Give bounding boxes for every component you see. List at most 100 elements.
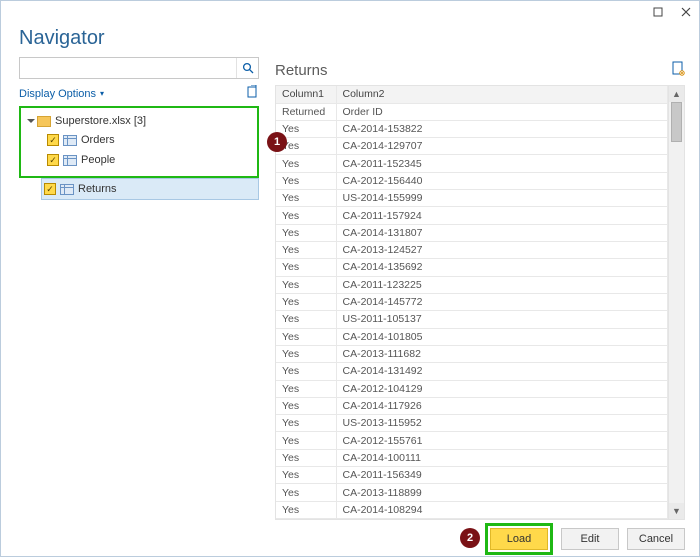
table-row[interactable]: YesUS-2013-115952	[276, 415, 668, 432]
table-row[interactable]: YesCA-2014-129707	[276, 138, 668, 155]
grid-cell: CA-2014-100111	[336, 449, 668, 466]
grid-cell: Yes	[276, 293, 336, 310]
edit-button[interactable]: Edit	[561, 528, 619, 550]
table-row[interactable]: YesCA-2014-108294	[276, 501, 668, 518]
footer: 2 Load Edit Cancel	[1, 522, 699, 556]
folder-icon	[37, 116, 51, 127]
scroll-up-icon[interactable]: ▲	[669, 86, 684, 102]
display-options-dropdown[interactable]: Display Options ▾	[19, 88, 104, 100]
grid-cell: CA-2011-157924	[336, 207, 668, 224]
table-row[interactable]: YesCA-2014-131807	[276, 224, 668, 241]
grid-cell: Yes	[276, 449, 336, 466]
grid-cell: Yes	[276, 311, 336, 328]
annotation-badge-2: 2	[460, 528, 480, 548]
tree-file-label: Superstore.xlsx [3]	[55, 115, 146, 127]
grid-cell: CA-2011-152345	[336, 155, 668, 172]
vertical-scrollbar[interactable]: ▲ ▼	[668, 86, 684, 519]
grid-cell: CA-2012-155761	[336, 432, 668, 449]
checkbox-checked-icon[interactable]: ✓	[44, 183, 56, 195]
grid-cell: CA-2014-101805	[336, 328, 668, 345]
search-icon[interactable]	[236, 58, 258, 78]
table-row[interactable]: YesCA-2012-155761	[276, 432, 668, 449]
grid-cell: Yes	[276, 501, 336, 518]
table-row[interactable]: YesCA-2014-135692	[276, 259, 668, 276]
expand-triangle-icon[interactable]	[27, 119, 35, 123]
search-box[interactable]	[19, 57, 259, 79]
checkbox-checked-icon[interactable]: ✓	[47, 154, 59, 166]
grid-col-header[interactable]: Column1	[276, 86, 336, 103]
scroll-down-icon[interactable]: ▼	[669, 503, 684, 519]
preview-pane: Returns Column1 Column2 ReturnedOrder ID…	[271, 57, 699, 520]
grid-cell: Yes	[276, 259, 336, 276]
table-row[interactable]: ReturnedOrder ID	[276, 103, 668, 120]
table-row[interactable]: YesCA-2014-153822	[276, 120, 668, 137]
grid-cell: CA-2014-131807	[336, 224, 668, 241]
table-row[interactable]: YesCA-2014-101805	[276, 328, 668, 345]
tree-sheet-label: People	[81, 154, 115, 166]
table-row[interactable]: YesCA-2011-152345	[276, 155, 668, 172]
table-row[interactable]: YesCA-2011-156349	[276, 467, 668, 484]
cancel-button[interactable]: Cancel	[627, 528, 685, 550]
table-icon	[63, 155, 77, 166]
grid-cell: Yes	[276, 432, 336, 449]
grid-cell: CA-2014-108294	[336, 501, 668, 518]
table-row[interactable]: YesCA-2011-123225	[276, 276, 668, 293]
table-row[interactable]: YesCA-2014-100111	[276, 449, 668, 466]
scroll-thumb[interactable]	[671, 102, 682, 142]
table-row[interactable]: YesCA-2012-104129	[276, 380, 668, 397]
tree-sheet-returns[interactable]: ✓ Returns	[41, 178, 259, 200]
grid-cell: CA-2014-129707	[336, 138, 668, 155]
tree-sheet-orders[interactable]: ✓ Orders	[23, 130, 255, 150]
grid-cell: Yes	[276, 242, 336, 259]
preview-grid-container: Column1 Column2 ReturnedOrder IDYesCA-20…	[275, 85, 685, 520]
table-row[interactable]: YesCA-2013-124527	[276, 242, 668, 259]
grid-cell: US-2013-115952	[336, 415, 668, 432]
grid-cell: CA-2014-117926	[336, 397, 668, 414]
grid-cell: Yes	[276, 276, 336, 293]
chevron-down-icon: ▾	[100, 89, 104, 98]
tree-sheet-people[interactable]: ✓ People	[23, 150, 255, 170]
grid-cell: CA-2014-153822	[336, 120, 668, 137]
tree-file-node[interactable]: Superstore.xlsx [3]	[23, 112, 255, 130]
checkbox-checked-icon[interactable]: ✓	[47, 134, 59, 146]
display-options-label: Display Options	[19, 88, 96, 100]
grid-col-header[interactable]: Column2	[336, 86, 668, 103]
grid-cell: Yes	[276, 484, 336, 501]
close-icon[interactable]	[679, 5, 693, 19]
table-row[interactable]: YesCA-2013-111682	[276, 345, 668, 362]
table-row[interactable]: YesUS-2011-105137	[276, 311, 668, 328]
preview-grid: Column1 Column2 ReturnedOrder IDYesCA-20…	[276, 86, 668, 519]
grid-cell: Yes	[276, 345, 336, 362]
grid-cell: Yes	[276, 415, 336, 432]
table-row[interactable]: YesUS-2014-155999	[276, 190, 668, 207]
table-row[interactable]: YesCA-2013-118899	[276, 484, 668, 501]
expand-icon[interactable]	[651, 5, 665, 19]
preview-action-icon[interactable]	[672, 61, 685, 79]
grid-cell: Yes	[276, 172, 336, 189]
object-tree: Superstore.xlsx [3] ✓ Orders ✓ People 1	[19, 106, 259, 200]
table-row[interactable]: YesCA-2014-117926	[276, 397, 668, 414]
grid-cell: CA-2014-145772	[336, 293, 668, 310]
annotation-badge-1: 1	[267, 132, 287, 152]
header: Navigator	[1, 23, 699, 58]
grid-cell: Yes	[276, 380, 336, 397]
table-icon	[63, 135, 77, 146]
grid-cell: CA-2014-135692	[336, 259, 668, 276]
search-input[interactable]	[20, 58, 236, 78]
refresh-icon[interactable]	[246, 85, 259, 102]
table-row[interactable]: YesCA-2012-156440	[276, 172, 668, 189]
grid-cell: Yes	[276, 190, 336, 207]
grid-cell: Returned	[276, 103, 336, 120]
grid-cell: CA-2014-131492	[336, 363, 668, 380]
grid-cell: Yes	[276, 328, 336, 345]
grid-header-row: Column1 Column2	[276, 86, 668, 103]
table-row[interactable]: YesCA-2014-145772	[276, 293, 668, 310]
table-row[interactable]: YesCA-2011-157924	[276, 207, 668, 224]
table-row[interactable]: YesCA-2014-131492	[276, 363, 668, 380]
grid-cell: Yes	[276, 155, 336, 172]
load-button[interactable]: Load	[490, 528, 548, 550]
titlebar	[1, 1, 699, 23]
annotation-box-1: Superstore.xlsx [3] ✓ Orders ✓ People 1	[19, 106, 259, 178]
preview-title: Returns	[275, 62, 328, 79]
grid-cell: Yes	[276, 207, 336, 224]
